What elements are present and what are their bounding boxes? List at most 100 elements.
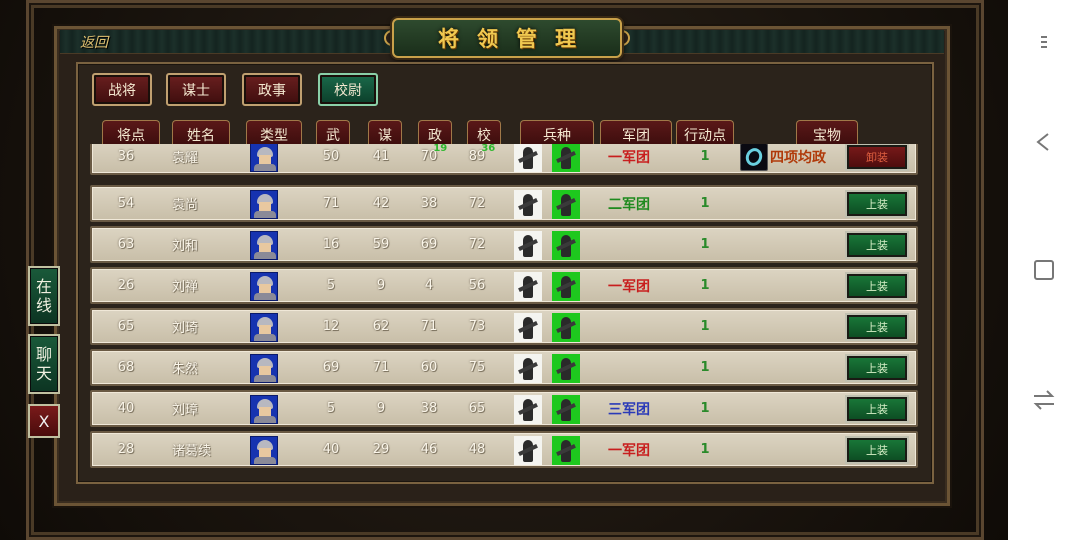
general-name: 诸葛续 <box>172 444 212 459</box>
tab-0[interactable]: 战将 <box>92 73 152 106</box>
stat-mou: 71 <box>366 351 396 384</box>
stat-zheng-value: 46 <box>420 442 438 457</box>
general-row[interactable]: 26 刘禅 5 9 4 56 一军团 1 上装 <box>90 267 918 304</box>
online-button[interactable]: 在线 <box>28 266 60 326</box>
portrait-face <box>259 366 271 375</box>
tab-3[interactable]: 校尉 <box>318 73 378 106</box>
stat-wu-value: 5 <box>326 278 336 293</box>
general-row[interactable]: 36 袁耀 50 41 70 19 89 36 一军团 1 四项均政 卸装 <box>90 144 918 175</box>
equip-button[interactable]: 上装 <box>845 354 909 382</box>
cavalry-unit-icon <box>552 272 580 301</box>
infantry-unit-icon <box>514 272 542 301</box>
portrait-body <box>254 375 276 382</box>
equip-button[interactable]: 上装 <box>845 231 909 259</box>
stat-xiao: 89 36 <box>462 144 496 173</box>
general-points: 65 <box>117 319 135 334</box>
general-name: 刘璋 <box>172 403 199 418</box>
stat-zheng: 70 19 <box>414 144 448 173</box>
stat-zheng-value: 4 <box>424 278 434 293</box>
general-points: 63 <box>117 237 135 252</box>
stat-zheng-value: 71 <box>420 319 438 334</box>
title-plaque: 将领管理 <box>392 18 622 58</box>
stat-xiao-value: 89 36 <box>468 144 496 164</box>
general-list: 36 袁耀 50 41 70 19 89 36 一军团 1 四项均政 卸装 54 袁尚 71 42 38 72 二军… <box>90 144 918 474</box>
stat-mou: 59 <box>366 228 396 261</box>
equip-button[interactable]: 上装 <box>845 436 909 464</box>
stat-mou: 9 <box>366 269 396 302</box>
general-name: 朱然 <box>172 362 199 377</box>
legion-name: 一军团 <box>608 278 650 295</box>
stat-wu: 5 <box>316 269 346 302</box>
general-name: 刘禅 <box>172 280 199 295</box>
portrait-face <box>259 407 271 416</box>
stat-mou-value: 41 <box>372 149 390 164</box>
cavalry-unit-icon <box>552 144 580 172</box>
close-chat-button[interactable]: X <box>28 404 60 438</box>
general-name: 刘琦 <box>172 321 199 336</box>
equip-button[interactable]: 上装 <box>845 272 909 300</box>
general-name: 刘和 <box>172 239 199 254</box>
stat-zheng-value: 38 <box>420 401 438 416</box>
stat-xiao-bonus: 36 <box>481 144 496 154</box>
screen: 返回 将领管理 战将 谋士 政事 校尉 将点 姓名 类型武谋政校兵种 军团 行动点 宝物 36 袁… <box>0 0 1080 540</box>
general-portrait-icon <box>250 313 278 342</box>
equip-button[interactable]: 上装 <box>845 190 909 218</box>
general-row[interactable]: 63 刘和 16 59 69 72 1 上装 <box>90 226 918 263</box>
general-points: 68 <box>117 360 135 375</box>
action-points: 1 <box>700 237 710 252</box>
tab-1[interactable]: 谋士 <box>166 73 226 106</box>
portrait-face <box>259 202 271 211</box>
close-label: X <box>38 411 50 431</box>
general-row[interactable]: 28 诸葛续 40 29 46 48 一军团 1 上装 <box>90 431 918 468</box>
stat-xiao: 65 <box>462 392 492 425</box>
general-points: 28 <box>117 442 135 457</box>
infantry-unit-icon <box>514 313 542 342</box>
chat-button[interactable]: 聊天 <box>28 334 60 394</box>
stat-mou: 42 <box>366 187 396 220</box>
game-view: 返回 将领管理 战将 谋士 政事 校尉 将点 姓名 类型武谋政校兵种 军团 行动点 宝物 36 袁… <box>0 0 1008 540</box>
stat-wu: 71 <box>316 187 346 220</box>
cavalry-unit-icon <box>552 313 580 342</box>
stat-mou: 29 <box>366 433 396 466</box>
stat-zheng-value: 69 <box>420 237 438 252</box>
menu-icon[interactable] <box>1032 30 1056 54</box>
general-row[interactable]: 68 朱然 69 71 60 75 1 上装 <box>90 349 918 386</box>
jade-ring-icon <box>740 144 768 171</box>
portrait-face <box>259 243 271 252</box>
stat-zheng-value: 70 19 <box>420 144 448 164</box>
stat-wu-value: 16 <box>322 237 340 252</box>
stat-mou-value: 62 <box>372 319 390 334</box>
action-points: 1 <box>700 278 710 293</box>
unequip-button[interactable]: 卸装 <box>845 144 909 171</box>
general-row[interactable]: 54 袁尚 71 42 38 72 二军团 1 上装 <box>90 185 918 222</box>
infantry-unit-icon <box>514 231 542 260</box>
recent-apps-icon[interactable] <box>1032 388 1056 412</box>
stat-mou-value: 42 <box>372 196 390 211</box>
infantry-unit-icon <box>514 436 542 465</box>
portrait-body <box>254 457 276 464</box>
equip-button[interactable]: 上装 <box>845 313 909 341</box>
general-row[interactable]: 40 刘璋 5 9 38 65 三军团 1 上装 <box>90 390 918 427</box>
cavalry-unit-icon <box>552 395 580 424</box>
back-button[interactable]: 返回 <box>80 32 124 52</box>
general-name: 袁尚 <box>172 198 199 213</box>
stat-xiao: 75 <box>462 351 492 384</box>
stat-wu-value: 12 <box>322 319 340 334</box>
back-nav-icon[interactable] <box>1032 130 1056 154</box>
tab-2[interactable]: 政事 <box>242 73 302 106</box>
equip-button[interactable]: 上装 <box>845 395 909 423</box>
general-points: 36 <box>117 149 135 164</box>
general-row[interactable]: 65 刘琦 12 62 71 73 1 上装 <box>90 308 918 345</box>
stat-xiao: 73 <box>462 310 492 343</box>
stat-zheng: 60 <box>414 351 444 384</box>
home-icon[interactable] <box>1032 258 1056 282</box>
cavalry-unit-icon <box>552 354 580 383</box>
stat-zheng: 69 <box>414 228 444 261</box>
stat-mou-value: 29 <box>372 442 390 457</box>
stat-wu: 12 <box>316 310 346 343</box>
legion-name: 一军团 <box>608 149 650 166</box>
general-portrait-icon <box>250 354 278 383</box>
online-label: 在线 <box>35 277 52 315</box>
portrait-face <box>259 448 271 457</box>
portrait-body <box>254 334 276 341</box>
